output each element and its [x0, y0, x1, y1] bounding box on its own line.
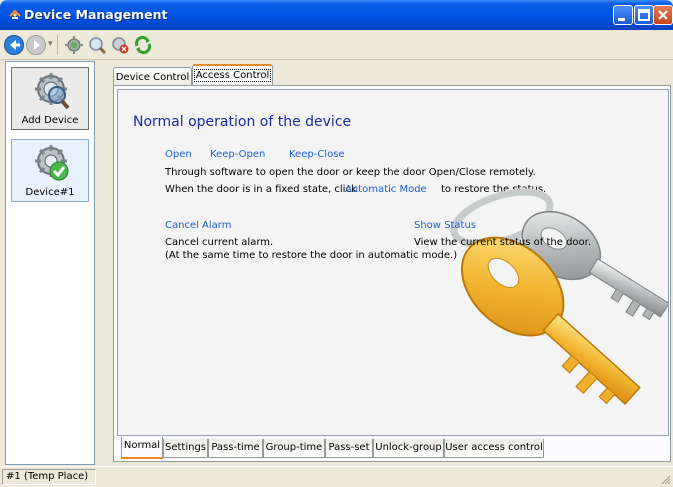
tab-settings[interactable]: Settings	[163, 439, 208, 458]
remove-device-icon[interactable]	[109, 34, 131, 56]
normal-operation-panel: Normal operation of the device Open Keep…	[117, 89, 669, 436]
title-bar[interactable]: Device Management	[0, 0, 673, 30]
status-place: #1 (Temp Place)	[2, 469, 96, 485]
show-status-description: View the current status of the door.	[414, 237, 592, 248]
close-icon	[658, 10, 668, 20]
maximize-icon	[638, 9, 650, 21]
cancel-alarm-description: Cancel current alarm.	[165, 237, 274, 248]
resize-grip-icon[interactable]	[661, 475, 671, 485]
minimize-button[interactable]	[613, 5, 633, 25]
refresh-icon[interactable]	[132, 34, 154, 56]
forward-arrow-icon	[26, 35, 46, 55]
add-device-icon[interactable]	[63, 34, 85, 56]
search-device-icon[interactable]	[86, 34, 108, 56]
device-list-panel: Add Device Device#1	[5, 61, 95, 465]
tab-normal[interactable]: Normal	[121, 437, 163, 459]
app-logo-icon	[9, 9, 21, 19]
tab-access-control-label: Access Control	[193, 69, 272, 82]
device-1-label: Device#1	[25, 187, 75, 198]
add-device-button[interactable]: Add Device	[11, 67, 89, 130]
page-title: Normal operation of the device	[133, 114, 352, 130]
device-1-item[interactable]: Device#1	[11, 139, 89, 202]
forward-dropdown-icon[interactable]: ▾	[48, 39, 53, 49]
tab-pass-time[interactable]: Pass-time	[208, 439, 263, 458]
keep-close-link[interactable]: Keep-Close	[289, 149, 345, 160]
toolbar-divider	[57, 35, 58, 55]
cancel-alarm-link[interactable]: Cancel Alarm	[165, 220, 231, 231]
tab-device-control[interactable]: Device Control	[113, 67, 192, 86]
keep-open-link[interactable]: Keep-Open	[210, 149, 265, 160]
toolbar: ▾	[0, 30, 673, 60]
tab-pass-set[interactable]: Pass-set	[325, 439, 373, 458]
fixed-state-text: When the door is in a fixed state, click	[165, 184, 357, 195]
window-title: Device Management	[24, 7, 168, 22]
tab-access-control[interactable]: Access Control	[192, 64, 273, 86]
tab-unlock-group[interactable]: Unlock-group	[373, 439, 444, 458]
device-management-window: Device Management ▾ Add Device Device#1 …	[0, 0, 673, 487]
maximize-button[interactable]	[634, 5, 654, 25]
open-link[interactable]: Open	[165, 149, 192, 160]
tab-group-time[interactable]: Group-time	[263, 439, 325, 458]
remote-description: Through software to open the door or kee…	[165, 167, 536, 178]
close-button[interactable]	[653, 5, 673, 25]
back-arrow-icon[interactable]	[3, 34, 25, 56]
tab-user-access-control[interactable]: User access control	[444, 439, 544, 458]
show-status-link[interactable]: Show Status	[414, 220, 476, 231]
minimize-icon	[618, 18, 625, 21]
status-bar: #1 (Temp Place)	[0, 466, 673, 487]
device-connected-icon	[35, 145, 69, 181]
add-device-label: Add Device	[21, 115, 79, 126]
magnifier-search-icon	[35, 73, 70, 110]
